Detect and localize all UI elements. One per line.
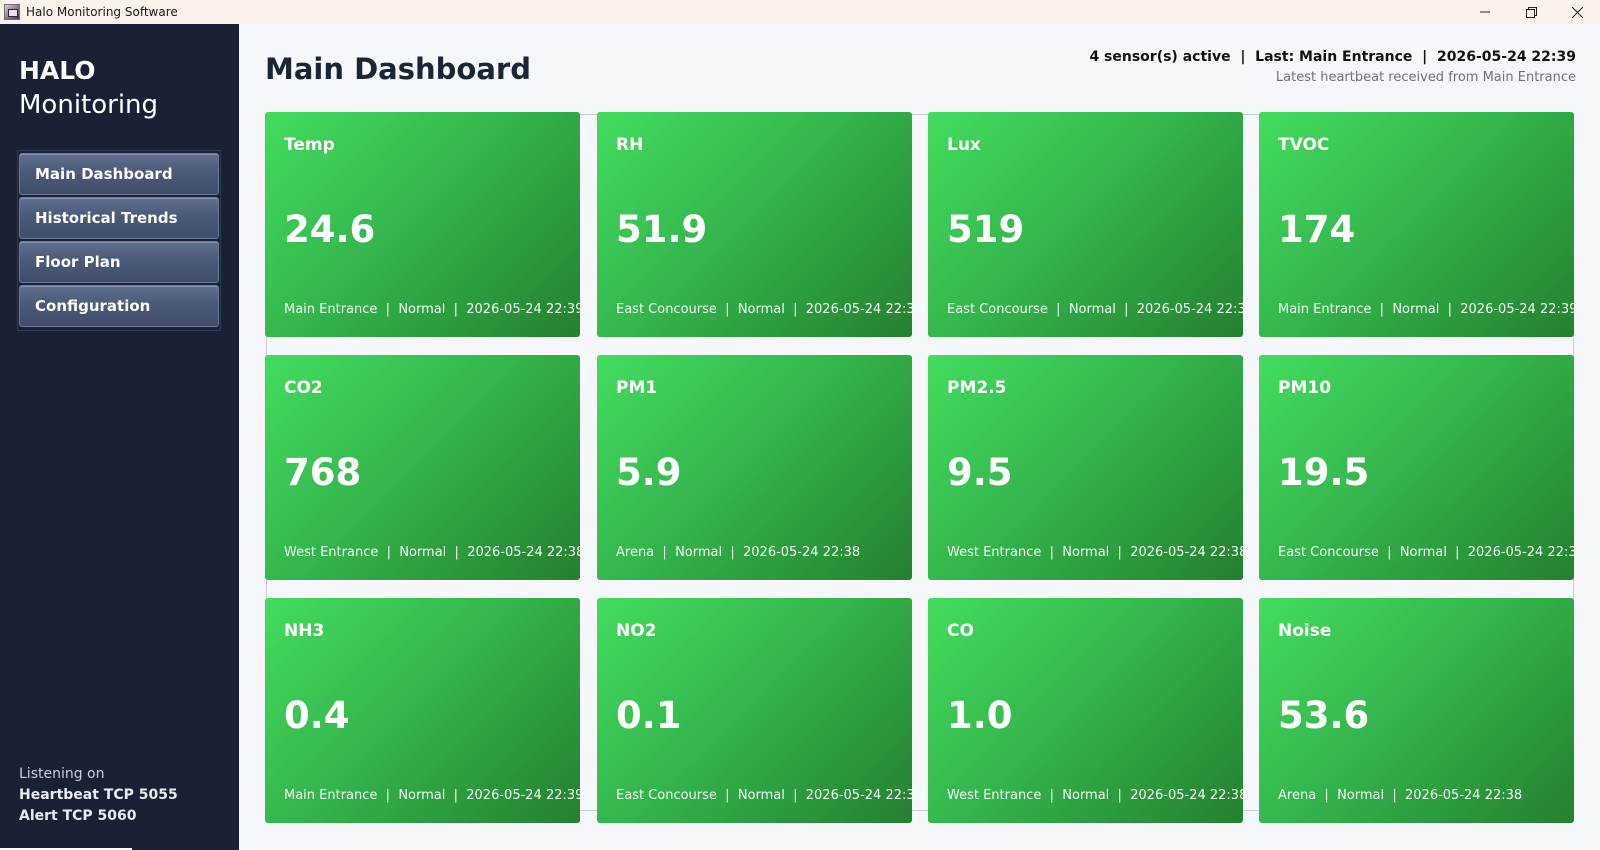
main-content: Main Dashboard 4 sensor(s) active | Last… [239, 24, 1600, 850]
card-label: NO2 [616, 621, 657, 641]
card-footer: West Entrance | Normal | 2026-05-24 22:3… [284, 545, 585, 560]
card-label: Noise [1278, 621, 1332, 641]
card-value: 24.6 [284, 208, 376, 251]
card-value: 9.5 [947, 451, 1013, 494]
sensor-card-no2[interactable]: NO2 0.1 East Concourse | Normal | 2026-0… [597, 598, 923, 823]
sensor-card-pm10[interactable]: PM10 19.5 East Concourse | Normal | 2026… [1259, 355, 1585, 580]
brand-monitoring: Monitoring [19, 90, 159, 120]
card-value: 5.9 [616, 451, 682, 494]
sidebar-nav: Main Dashboard Historical Trends Floor P… [17, 150, 221, 331]
card-label: CO [947, 621, 974, 641]
card-value: 519 [947, 208, 1025, 251]
card-footer: Arena | Normal | 2026-05-24 22:38 [616, 545, 861, 560]
card-footer: Main Entrance | Normal | 2026-05-24 22:3… [284, 788, 584, 803]
card-footer: Main Entrance | Normal | 2026-05-24 22:3… [284, 302, 584, 317]
card-footer: Arena | Normal | 2026-05-24 22:38 [1278, 788, 1523, 803]
card-label: PM10 [1278, 378, 1332, 398]
card-value: 1.0 [947, 694, 1013, 737]
page-title: Main Dashboard [265, 52, 531, 86]
sensor-card-co[interactable]: CO 1.0 West Entrance | Normal | 2026-05-… [928, 598, 1247, 823]
card-footer: East Concourse | Normal | 2026-05-24 22:… [1278, 545, 1585, 560]
app-icon [4, 4, 20, 20]
sensor-card-pm25[interactable]: PM2.5 9.5 West Entrance | Normal | 2026-… [928, 355, 1247, 580]
card-footer: East Concourse | Normal | 2026-05-24 22:… [947, 302, 1254, 317]
sensor-card-nh3[interactable]: NH3 0.4 Main Entrance | Normal | 2026-05… [265, 598, 584, 823]
card-value: 0.4 [284, 694, 350, 737]
sensor-card-rh[interactable]: RH 51.9 East Concourse | Normal | 2026-0… [597, 112, 923, 337]
sensor-card-co2[interactable]: CO2 768 West Entrance | Normal | 2026-05… [265, 355, 584, 580]
card-label: Temp [284, 135, 335, 155]
card-footer: West Entrance | Normal | 2026-05-24 22:3… [947, 788, 1248, 803]
card-footer: Main Entrance | Normal | 2026-05-24 22:3… [1278, 302, 1578, 317]
sensor-card-tvoc[interactable]: TVOC 174 Main Entrance | Normal | 2026-0… [1259, 112, 1578, 337]
heartbeat-port: Heartbeat TCP 5055 [19, 787, 178, 803]
listening-caption: Listening on [19, 766, 105, 782]
card-label: PM1 [616, 378, 658, 398]
card-value: 0.1 [616, 694, 682, 737]
alert-port: Alert TCP 5060 [19, 808, 137, 824]
minimize-icon[interactable] [1462, 0, 1508, 24]
window-title: Halo Monitoring Software [26, 5, 178, 19]
card-label: NH3 [284, 621, 325, 641]
status-summary: 4 sensor(s) active | Last: Main Entrance… [1089, 49, 1576, 65]
sensor-card-pm1[interactable]: PM1 5.9 Arena | Normal | 2026-05-24 22:3… [597, 355, 912, 580]
card-label: PM2.5 [947, 378, 1007, 398]
nav-main-dashboard-button[interactable]: Main Dashboard [19, 153, 219, 195]
sensor-card-noise[interactable]: Noise 53.6 Arena | Normal | 2026-05-24 2… [1259, 598, 1574, 823]
card-value: 19.5 [1278, 451, 1370, 494]
card-value: 174 [1278, 208, 1356, 251]
card-value: 768 [284, 451, 362, 494]
sensor-card-temp[interactable]: Temp 24.6 Main Entrance | Normal | 2026-… [265, 112, 584, 337]
card-label: RH [616, 135, 644, 155]
card-label: CO2 [284, 378, 323, 398]
status-area: 4 sensor(s) active | Last: Main Entrance… [1089, 49, 1576, 85]
brand-halo: HALO [19, 56, 96, 85]
nav-floor-plan-button[interactable]: Floor Plan [19, 241, 219, 283]
sidebar: HALO Monitoring Main Dashboard Historica… [0, 24, 239, 850]
card-label: Lux [947, 135, 981, 155]
sensor-card-lux[interactable]: Lux 519 East Concourse | Normal | 2026-0… [928, 112, 1254, 337]
card-value: 53.6 [1278, 694, 1370, 737]
window-title-bar: Halo Monitoring Software [0, 0, 1600, 24]
card-value: 51.9 [616, 208, 708, 251]
card-footer: East Concourse | Normal | 2026-05-24 22:… [616, 302, 923, 317]
status-detail: Latest heartbeat received from Main Entr… [1275, 70, 1576, 85]
nav-historical-trends-button[interactable]: Historical Trends [19, 197, 219, 239]
window-controls [1462, 0, 1600, 24]
card-label: TVOC [1278, 135, 1330, 155]
listening-info: Listening on Heartbeat TCP 5055 Alert TC… [19, 764, 178, 827]
nav-configuration-button[interactable]: Configuration [19, 285, 219, 327]
card-footer: West Entrance | Normal | 2026-05-24 22:3… [947, 545, 1248, 560]
close-icon[interactable] [1554, 0, 1600, 24]
card-footer: East Concourse | Normal | 2026-05-24 22:… [616, 788, 923, 803]
restore-icon[interactable] [1508, 0, 1554, 24]
